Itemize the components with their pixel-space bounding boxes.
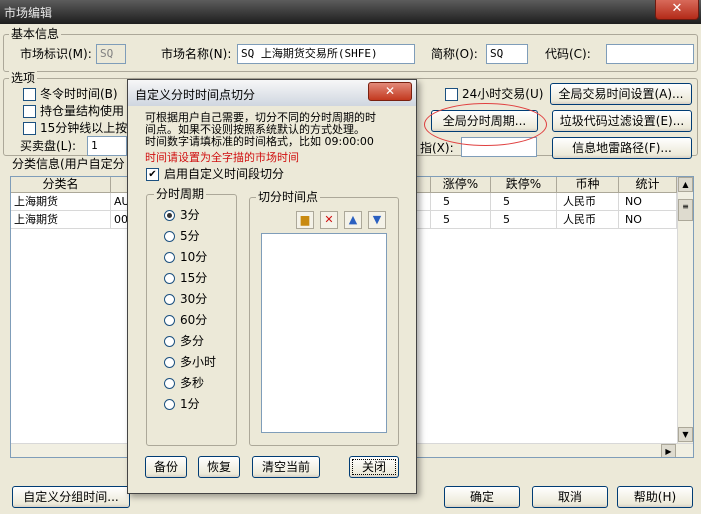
table-cell-currency[interactable]: 人民币 [557,211,619,229]
period-radio[interactable] [164,399,175,410]
global-trade-time-button[interactable]: 全局交易时间设置(A)... [550,83,692,105]
scroll-down-icon[interactable]: ▼ [678,427,693,442]
period-label: 10分 [180,250,208,264]
market-id-input[interactable]: SQ [96,44,126,64]
market-id-label: 市场标识(M): [20,47,92,61]
period-group-title: 分时周期 [154,187,207,201]
index-label: 指(X): [420,141,454,155]
clear-current-button[interactable]: 清空当前 [252,456,320,478]
buysell-label: 买卖盘(L): [20,139,77,153]
dialog-warning-text: 时间请设置为全字描的市场时间 [145,151,299,164]
highlight-annotation-oval [424,103,547,146]
period-radio[interactable] [164,294,175,305]
winter-time-checkbox[interactable] [23,88,36,101]
period-radio[interactable] [164,252,175,263]
column-header-down-limit[interactable]: 跌停% [491,177,557,193]
scroll-thumb[interactable]: ≡ [678,199,693,221]
code-input[interactable] [606,44,694,64]
table-cell-down[interactable]: 5 [491,193,557,211]
scroll-up-icon[interactable]: ▲ [678,177,693,192]
winter-time-label: 冬令时时间(B) [40,87,118,101]
window-titlebar: 市场编辑 ✕ [0,0,701,24]
period-label: 1分 [180,397,200,411]
dialog-close-icon[interactable]: ✕ [368,82,412,101]
enable-split-label: 启用自定义时间段切分 [164,167,285,181]
cancel-button[interactable]: 取消 [532,486,608,508]
ok-button[interactable]: 确定 [444,486,520,508]
market-name-input[interactable]: SQ 上海期货交易所(SHFE) [237,44,415,64]
column-header-name[interactable]: 分类名 [11,177,111,193]
period-radio[interactable] [164,336,175,347]
period-label: 30分 [180,292,208,306]
period-radio[interactable] [164,357,175,368]
column-header-currency[interactable]: 币种 [557,177,619,193]
cut-points-group-title: 切分时间点 [256,190,321,204]
period-label: 多分 [180,334,205,348]
trade24-checkbox[interactable] [445,88,458,101]
period-radio[interactable] [164,378,175,389]
dialog-title: 自定义分时时间点切分 [135,88,256,102]
code-label: 代码(C): [545,47,591,61]
dialog-desc-line: 时间数字请填标准的时间格式，比如 09:00:00 [145,135,374,148]
market-name-label: 市场名称(N): [161,47,232,61]
table-cell-up[interactable]: 5 [431,211,491,229]
table-cell-currency[interactable]: 人民币 [557,193,619,211]
options-title: 选项 [9,71,38,85]
period-label: 3分 [180,208,200,222]
position-struct-checkbox[interactable] [23,105,36,118]
cut-points-list[interactable] [261,233,387,433]
help-button[interactable]: 帮助(H) [617,486,693,508]
period-label: 15分 [180,271,208,285]
folder-icon[interactable]: ▆ [296,211,314,229]
scroll-right-icon[interactable]: ▶ [661,444,676,457]
junk-code-filter-button[interactable]: 垃圾代码过滤设置(E)... [552,110,692,132]
trade24-label: 24小时交易(U) [462,87,544,101]
short-name-input[interactable]: SQ [486,44,528,64]
column-header-stat[interactable]: 统计 [619,177,677,193]
restore-button[interactable]: 恢复 [198,456,240,478]
table-cell-name[interactable]: 上海期货 [11,211,111,229]
backup-button[interactable]: 备份 [145,456,187,478]
kline15-label: 15分钟线以上按 [40,121,128,135]
short-name-label: 简称(O): [431,47,478,61]
table-cell-name[interactable]: 上海期货 [11,193,111,211]
enable-split-checkbox[interactable]: ✔ [146,168,159,181]
table-cell-down[interactable]: 5 [491,211,557,229]
market-edit-window: 市场编辑 ✕ 基本信息 市场标识(M): SQ 市场名称(N): SQ 上海期货… [0,0,701,514]
vertical-scrollbar[interactable]: ▲ ≡ ▼ [677,177,693,443]
table-cell-stat[interactable]: NO [619,211,677,229]
period-label: 多秒 [180,376,205,390]
kline15-checkbox[interactable] [23,122,36,135]
period-radio[interactable] [164,210,175,221]
arrow-down-icon[interactable]: ▼ [368,211,386,229]
dialog-titlebar: 自定义分时时间点切分 ✕ [128,80,416,106]
period-radio[interactable] [164,231,175,242]
arrow-up-icon[interactable]: ▲ [344,211,362,229]
table-cell-stat[interactable]: NO [619,193,677,211]
delete-icon[interactable]: ✕ [320,211,338,229]
period-radio[interactable] [164,315,175,326]
info-mine-path-button[interactable]: 信息地雷路径(F)... [552,137,692,159]
period-radio[interactable] [164,273,175,284]
dialog-close-button[interactable]: 关闭 [349,456,399,478]
period-label: 5分 [180,229,200,243]
buysell-input[interactable]: 1 [87,136,127,156]
position-struct-label: 持仓量结构使用 [40,104,125,118]
period-label: 60分 [180,313,208,327]
category-title: 分类信息(用户自定分 [12,157,125,171]
custom-time-split-dialog: 自定义分时时间点切分 ✕ 可根据用户自己需要，切分不同的分时周期的时 间点。如果… [127,79,417,494]
column-header-up-limit[interactable]: 涨停% [431,177,491,193]
basic-info-title: 基本信息 [9,27,62,41]
window-close-button[interactable]: ✕ [655,0,699,20]
table-cell-up[interactable]: 5 [431,193,491,211]
period-label: 多小时 [180,355,217,369]
window-title: 市场编辑 [4,6,53,20]
custom-group-time-button[interactable]: 自定义分组时间... [12,486,130,508]
